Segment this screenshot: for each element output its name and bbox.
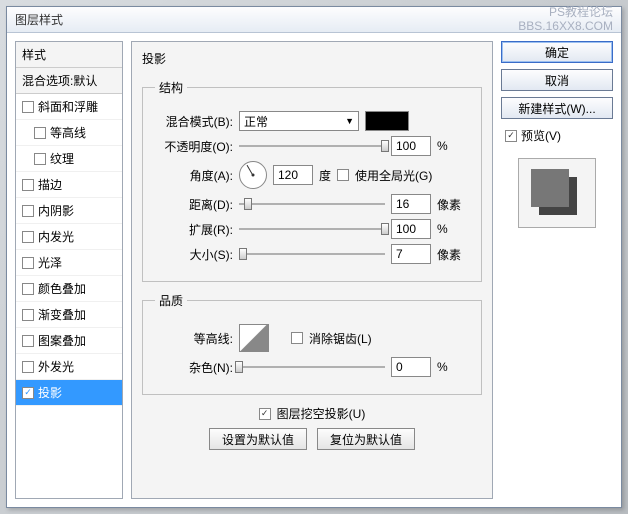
chevron-down-icon: ▼ [345,116,354,126]
contour-picker[interactable] [239,324,269,352]
panel-title: 投影 [142,48,482,73]
style-item-10[interactable]: 外发光 [16,354,122,380]
contour-label: 等高线: [155,330,233,347]
quality-group: 品质 等高线: 消除锯齿(L) 杂色(N): 0 % [142,292,482,395]
style-item-label: 外发光 [38,358,74,375]
style-item-label: 颜色叠加 [38,280,86,297]
quality-legend: 品质 [155,292,187,309]
size-input[interactable]: 7 [391,244,431,264]
style-item-label: 内阴影 [38,202,74,219]
noise-input[interactable]: 0 [391,357,431,377]
style-checkbox[interactable] [22,335,34,347]
style-checkbox[interactable] [22,179,34,191]
knockout-label: 图层挖空投影(U) [277,405,366,422]
style-checkbox[interactable] [22,101,34,113]
style-item-8[interactable]: 渐变叠加 [16,302,122,328]
preview-thumbnail [518,158,596,228]
watermark: PS教程论坛 BBS.16XX8.COM [518,6,613,32]
styles-header: 样式 [16,42,122,68]
distance-input[interactable]: 16 [391,194,431,214]
antialias-label: 消除锯齿(L) [309,330,372,347]
style-checkbox[interactable] [34,153,46,165]
knockout-checkbox[interactable]: ✓ [259,408,271,420]
shadow-color-swatch[interactable] [365,111,409,131]
style-item-label: 图案叠加 [38,332,86,349]
style-checkbox[interactable] [22,283,34,295]
angle-dial[interactable] [239,161,267,189]
distance-slider[interactable] [239,195,385,213]
structure-group: 结构 混合模式(B): 正常 ▼ 不透明度(O): 100 % 角度 [142,79,482,282]
style-checkbox[interactable] [22,257,34,269]
noise-slider[interactable] [239,358,385,376]
spread-input[interactable]: 100 [391,219,431,239]
opacity-input[interactable]: 100 [391,136,431,156]
style-item-11[interactable]: ✓ 投影 [16,380,122,406]
layer-style-dialog: 图层样式 PS教程论坛 BBS.16XX8.COM 样式 混合选项:默认 斜面和… [6,6,622,508]
style-item-3[interactable]: 描边 [16,172,122,198]
angle-label: 角度(A): [155,167,233,184]
style-checkbox[interactable] [22,309,34,321]
ok-button[interactable]: 确定 [501,41,613,63]
structure-legend: 结构 [155,79,187,96]
size-slider[interactable] [239,245,385,263]
titlebar: 图层样式 PS教程论坛 BBS.16XX8.COM [7,7,621,33]
style-item-4[interactable]: 内阴影 [16,198,122,224]
distance-label: 距离(D): [155,196,233,213]
style-item-label: 描边 [38,176,62,193]
style-item-5[interactable]: 内发光 [16,224,122,250]
style-item-label: 渐变叠加 [38,306,86,323]
style-item-label: 纹理 [50,150,74,167]
effect-panel: 投影 结构 混合模式(B): 正常 ▼ 不透明度(O): 100 % [131,41,493,499]
style-item-6[interactable]: 光泽 [16,250,122,276]
spread-label: 扩展(R): [155,221,233,238]
style-item-label: 斜面和浮雕 [38,98,98,115]
angle-input[interactable]: 120 [273,165,313,185]
style-item-7[interactable]: 颜色叠加 [16,276,122,302]
style-item-label: 内发光 [38,228,74,245]
spread-slider[interactable] [239,220,385,238]
global-light-label: 使用全局光(G) [355,167,432,184]
blending-options-default[interactable]: 混合选项:默认 [16,68,122,94]
style-item-0[interactable]: 斜面和浮雕 [16,94,122,120]
style-checkbox[interactable] [22,231,34,243]
opacity-slider[interactable] [239,137,385,155]
style-checkbox[interactable]: ✓ [22,387,34,399]
preview-checkbox[interactable]: ✓ [505,130,517,142]
style-item-9[interactable]: 图案叠加 [16,328,122,354]
window-title: 图层样式 [15,11,63,28]
make-default-button[interactable]: 设置为默认值 [209,428,307,450]
style-item-label: 光泽 [38,254,62,271]
style-item-label: 等高线 [50,124,86,141]
style-item-label: 投影 [38,384,62,401]
noise-label: 杂色(N): [155,359,233,376]
styles-list: 样式 混合选项:默认 斜面和浮雕等高线纹理描边内阴影内发光光泽颜色叠加渐变叠加图… [15,41,123,499]
new-style-button[interactable]: 新建样式(W)... [501,97,613,119]
blend-mode-combo[interactable]: 正常 ▼ [239,111,359,131]
global-light-checkbox[interactable] [337,169,349,181]
style-checkbox[interactable] [34,127,46,139]
style-checkbox[interactable] [22,205,34,217]
size-label: 大小(S): [155,246,233,263]
dialog-buttons: 确定 取消 新建样式(W)... ✓ 预览(V) [501,41,613,499]
cancel-button[interactable]: 取消 [501,69,613,91]
preview-label: 预览(V) [521,127,561,144]
blend-mode-label: 混合模式(B): [155,113,233,130]
style-item-2[interactable]: 纹理 [16,146,122,172]
opacity-label: 不透明度(O): [155,138,233,155]
antialias-checkbox[interactable] [291,332,303,344]
style-checkbox[interactable] [22,361,34,373]
reset-default-button[interactable]: 复位为默认值 [317,428,415,450]
style-item-1[interactable]: 等高线 [16,120,122,146]
